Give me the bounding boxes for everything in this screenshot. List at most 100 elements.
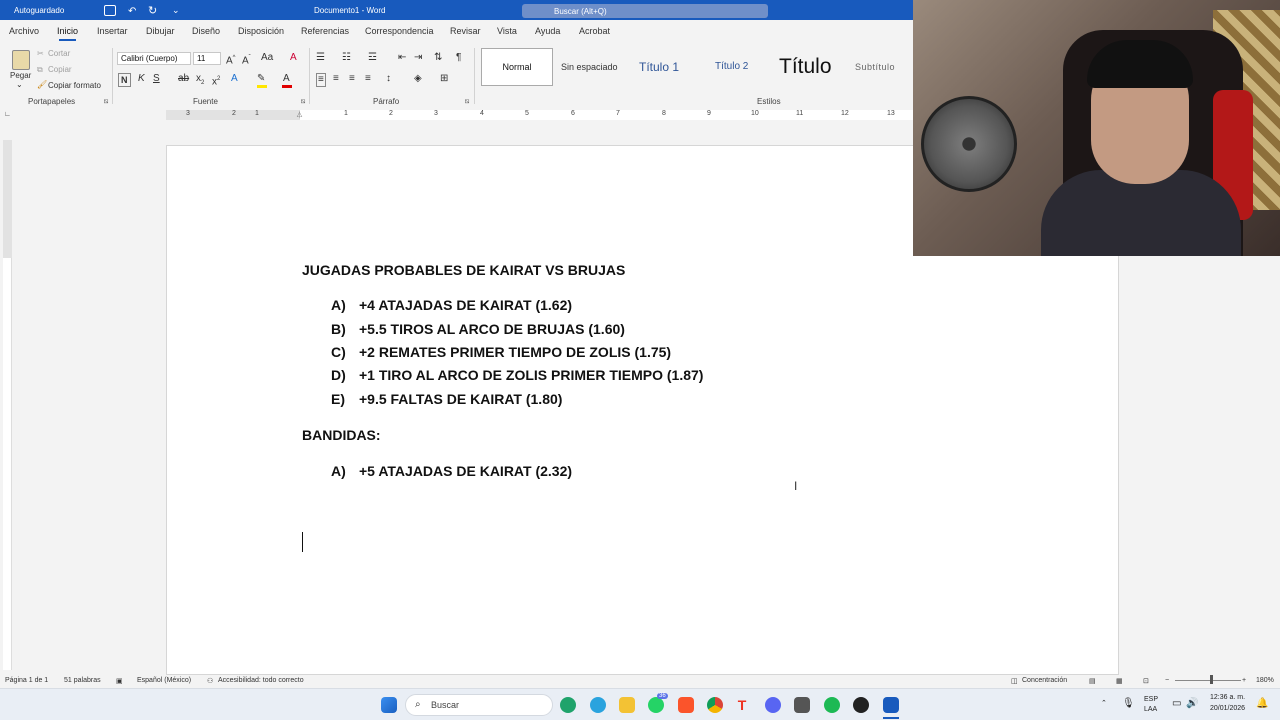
vertical-ruler[interactable] bbox=[3, 140, 12, 670]
tab-selector-icon[interactable]: ∟ bbox=[4, 111, 11, 118]
tab-inicio[interactable]: Inicio bbox=[57, 26, 78, 41]
save-icon[interactable] bbox=[104, 5, 116, 16]
language-indicator[interactable]: Español (México) bbox=[137, 677, 191, 684]
indent-marker-icon[interactable]: ⏃ bbox=[296, 110, 303, 120]
whatsapp-icon[interactable] bbox=[648, 697, 664, 713]
italic-icon[interactable]: K bbox=[138, 73, 145, 85]
tab-insertar[interactable]: Insertar bbox=[97, 26, 128, 36]
accessibility-status[interactable]: Accesibilidad: todo correcto bbox=[218, 677, 304, 684]
format-painter-icon[interactable]: 🖌 bbox=[37, 80, 47, 89]
volume-icon[interactable]: 🔊 bbox=[1186, 698, 1198, 709]
language-top[interactable]: ESP bbox=[1144, 696, 1158, 703]
align-right-icon[interactable]: ≡ bbox=[349, 73, 355, 85]
tab-ayuda[interactable]: Ayuda bbox=[535, 26, 560, 36]
line-spacing-icon[interactable]: ↕ bbox=[386, 73, 391, 85]
show-marks-icon[interactable]: ¶ bbox=[456, 52, 461, 64]
style-titulo-2[interactable]: Título 2 bbox=[715, 48, 748, 86]
tab-referencias[interactable]: Referencias bbox=[301, 26, 349, 36]
read-mode-icon[interactable]: ▤ bbox=[1089, 677, 1096, 685]
web-layout-icon[interactable]: ⊡ bbox=[1143, 677, 1149, 685]
numbering-icon[interactable]: ☷ bbox=[342, 52, 351, 64]
style-subtitulo[interactable]: Subtítulo bbox=[855, 48, 895, 86]
horizontal-ruler[interactable]: 3 2 1 ⏃ 1 2 3 4 5 6 7 8 9 10 11 12 13 bbox=[0, 108, 913, 122]
style-titulo-1[interactable]: Título 1 bbox=[639, 48, 679, 86]
justify-icon[interactable]: ≡ bbox=[365, 73, 371, 85]
paste-icon[interactable] bbox=[12, 50, 30, 70]
clear-format-icon[interactable]: A bbox=[290, 52, 297, 64]
font-size-select[interactable]: 11 bbox=[193, 52, 221, 65]
notifications-icon[interactable]: 🔔 bbox=[1256, 698, 1268, 709]
align-left-icon[interactable]: ≡ bbox=[316, 73, 326, 87]
accessibility-icon[interactable]: ⚇ bbox=[207, 677, 213, 685]
chrome-icon[interactable] bbox=[707, 697, 723, 713]
text-effects-icon[interactable]: A bbox=[231, 73, 238, 85]
tab-revisar[interactable]: Revisar bbox=[450, 26, 481, 36]
tab-vista[interactable]: Vista bbox=[497, 26, 517, 36]
redo-icon[interactable]: ↻ bbox=[148, 4, 157, 17]
paste-button[interactable]: Pegar bbox=[10, 71, 31, 80]
subscript-icon[interactable]: x2 bbox=[196, 73, 204, 89]
style-titulo[interactable]: Título bbox=[779, 48, 832, 86]
grow-font-icon[interactable]: A^ bbox=[226, 52, 236, 67]
tab-disposicion[interactable]: Disposición bbox=[238, 26, 284, 36]
calculator-icon[interactable] bbox=[794, 697, 810, 713]
text-app-icon[interactable]: T bbox=[734, 697, 750, 713]
proofing-icon[interactable]: ▣ bbox=[116, 677, 123, 685]
edge-browser-icon[interactable] bbox=[560, 697, 576, 713]
network-icon[interactable]: ▭ bbox=[1172, 698, 1181, 709]
customize-chevron-icon[interactable]: ⌄ bbox=[172, 5, 180, 16]
bold-icon[interactable]: N bbox=[118, 73, 131, 87]
font-launcher-icon[interactable]: ⧅ bbox=[301, 98, 305, 106]
obs-icon[interactable] bbox=[853, 697, 869, 713]
highlight-icon[interactable]: ✎ bbox=[257, 73, 265, 85]
copy-icon[interactable]: ⧉ bbox=[37, 65, 43, 75]
shading-icon[interactable]: ◈ bbox=[414, 73, 422, 85]
zoom-out-icon[interactable]: − bbox=[1165, 677, 1169, 684]
spotify-icon[interactable] bbox=[824, 697, 840, 713]
clock-date[interactable]: 20/01/2026 bbox=[1210, 705, 1245, 712]
change-case-icon[interactable]: Aa bbox=[261, 52, 273, 64]
copy-button[interactable]: Copiar bbox=[48, 65, 72, 74]
superscript-icon[interactable]: x2 bbox=[212, 73, 220, 88]
discord-icon[interactable] bbox=[765, 697, 781, 713]
tab-correspondencia[interactable]: Correspondencia bbox=[365, 26, 434, 36]
print-layout-icon[interactable]: ▦ bbox=[1116, 677, 1123, 685]
zoom-slider[interactable] bbox=[1175, 680, 1241, 681]
windows-start-icon[interactable] bbox=[381, 697, 397, 713]
tab-diseno[interactable]: Diseño bbox=[192, 26, 220, 36]
decrease-indent-icon[interactable]: ⇤ bbox=[398, 52, 406, 64]
tray-chevron-icon[interactable]: ⌃ bbox=[1101, 699, 1107, 707]
format-painter-button[interactable]: Copiar formato bbox=[48, 81, 101, 90]
paragraph-launcher-icon[interactable]: ⧅ bbox=[465, 98, 469, 106]
undo-icon[interactable]: ↶ bbox=[128, 6, 136, 17]
tab-archivo[interactable]: Archivo bbox=[9, 26, 39, 36]
zoom-in-icon[interactable]: + bbox=[1242, 677, 1246, 684]
cut-button[interactable]: Cortar bbox=[48, 49, 70, 58]
microphone-icon[interactable]: 🎙 bbox=[1122, 698, 1135, 709]
telegram-icon[interactable] bbox=[590, 697, 606, 713]
strikethrough-icon[interactable]: ab bbox=[178, 73, 189, 85]
zoom-level[interactable]: 180% bbox=[1256, 677, 1274, 684]
autosave-label[interactable]: Autoguardado bbox=[14, 6, 64, 15]
style-normal[interactable]: Normal bbox=[481, 48, 553, 86]
focus-icon[interactable]: ◫ bbox=[1011, 677, 1018, 685]
align-center-icon[interactable]: ≡ bbox=[333, 73, 339, 85]
taskbar-search[interactable]: ⌕ Buscar bbox=[405, 694, 553, 716]
zoom-slider-thumb[interactable] bbox=[1210, 675, 1213, 684]
tab-acrobat[interactable]: Acrobat bbox=[579, 26, 610, 36]
language-bottom[interactable]: LAA bbox=[1144, 706, 1157, 713]
increase-indent-icon[interactable]: ⇥ bbox=[414, 52, 422, 64]
clock-time[interactable]: 12:36 a. m. bbox=[1210, 694, 1245, 701]
style-sin-espaciado[interactable]: Sin espaciado bbox=[561, 48, 618, 86]
word-count[interactable]: 51 palabras bbox=[64, 677, 101, 684]
paste-chevron-icon[interactable]: ⌄ bbox=[16, 80, 23, 89]
focus-mode[interactable]: Concentración bbox=[1022, 677, 1067, 684]
underline-icon[interactable]: S bbox=[153, 73, 160, 85]
font-color-icon[interactable]: A bbox=[283, 73, 290, 85]
multilevel-list-icon[interactable]: ☲ bbox=[368, 52, 377, 64]
word-icon[interactable] bbox=[883, 697, 899, 713]
page-count[interactable]: Página 1 de 1 bbox=[5, 677, 48, 684]
brave-browser-icon[interactable] bbox=[678, 697, 694, 713]
sort-icon[interactable]: ⇅ bbox=[434, 52, 442, 64]
borders-icon[interactable]: ⊞ bbox=[440, 73, 448, 85]
